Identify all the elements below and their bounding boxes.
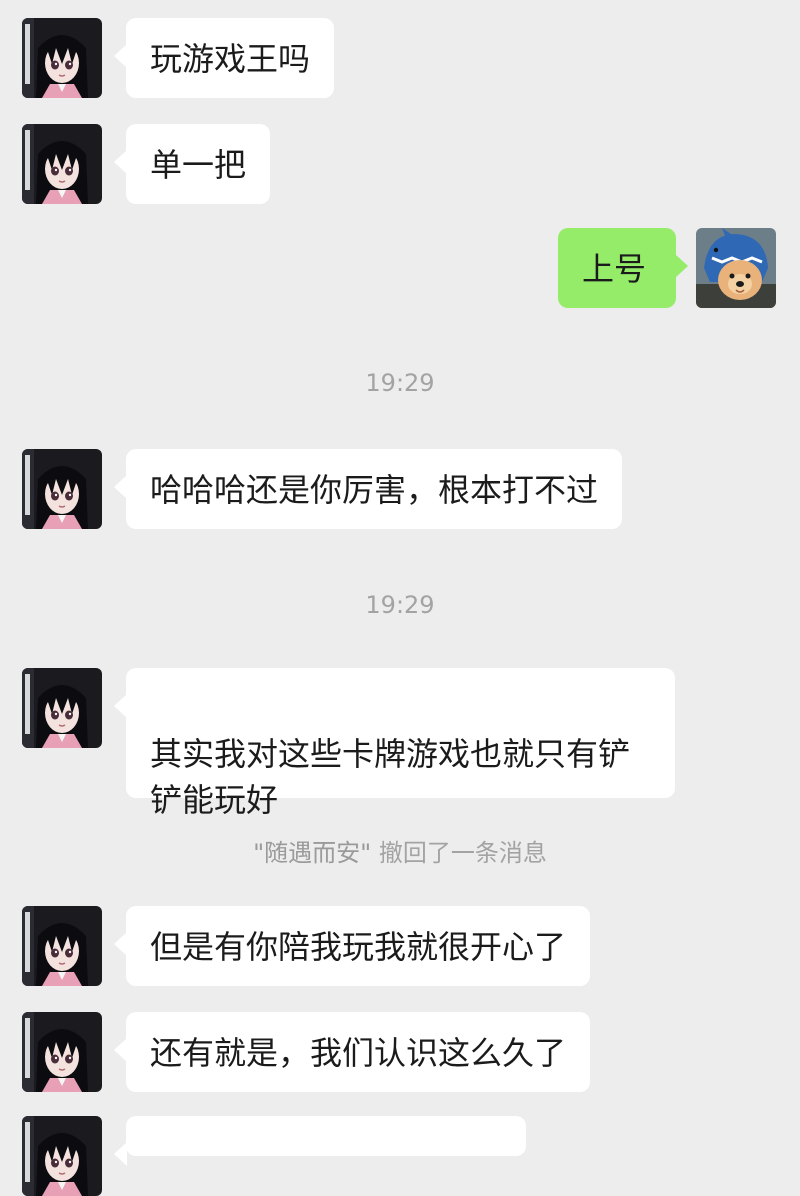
recall-name: "随遇而安" xyxy=(253,839,372,867)
message-bubble-partial[interactable] xyxy=(114,1116,526,1166)
anime-girl-avatar-icon xyxy=(22,449,102,529)
anime-girl-avatar-icon xyxy=(22,668,102,748)
message-bubble-self[interactable]: 上号 xyxy=(558,228,688,308)
contact-avatar[interactable] xyxy=(22,1116,102,1196)
timestamp: 19:29 xyxy=(365,591,435,619)
self-avatar[interactable] xyxy=(696,228,776,308)
message-bubble[interactable]: 单一把 xyxy=(113,124,271,204)
anime-girl-avatar-icon xyxy=(22,1116,102,1196)
recall-text: 撤回了一条消息 xyxy=(371,839,547,867)
message-text: 哈哈哈还是你厉害，根本打不过 xyxy=(150,471,599,509)
message-text: 其实我对这些卡牌游戏也就只有铲 铲能玩好 xyxy=(150,735,631,819)
dog-in-shark-hat-avatar-icon xyxy=(696,228,776,308)
contact-avatar[interactable] xyxy=(22,1012,102,1092)
contact-avatar[interactable] xyxy=(22,906,102,986)
message-bubble[interactable]: 还有就是，我们认识这么久了 xyxy=(113,1012,591,1092)
message-text: 单一把 xyxy=(150,146,247,184)
anime-girl-avatar-icon xyxy=(22,1012,102,1092)
anime-girl-avatar-icon xyxy=(22,18,102,98)
contact-avatar[interactable] xyxy=(22,18,102,98)
message-text: 上号 xyxy=(582,250,647,288)
anime-girl-avatar-icon xyxy=(22,124,102,204)
message-bubble[interactable]: 玩游戏王吗 xyxy=(113,18,335,98)
message-bubble[interactable]: 哈哈哈还是你厉害，根本打不过 xyxy=(113,449,623,529)
recall-notice: "随遇而安" 撤回了一条消息 xyxy=(0,838,800,868)
message-text: 玩游戏王吗 xyxy=(150,40,311,78)
message-bubble[interactable]: 但是有你陪我玩我就很开心了 xyxy=(113,906,591,986)
message-text: 还有就是，我们认识这么久了 xyxy=(150,1034,567,1072)
message-bubble[interactable]: 其实我对这些卡牌游戏也就只有铲 铲能玩好 xyxy=(114,668,675,819)
contact-avatar[interactable] xyxy=(22,124,102,204)
message-text: 但是有你陪我玩我就很开心了 xyxy=(150,928,567,966)
contact-avatar[interactable] xyxy=(22,668,102,748)
contact-avatar[interactable] xyxy=(22,449,102,529)
timestamp: 19:29 xyxy=(365,369,435,397)
anime-girl-avatar-icon xyxy=(22,906,102,986)
